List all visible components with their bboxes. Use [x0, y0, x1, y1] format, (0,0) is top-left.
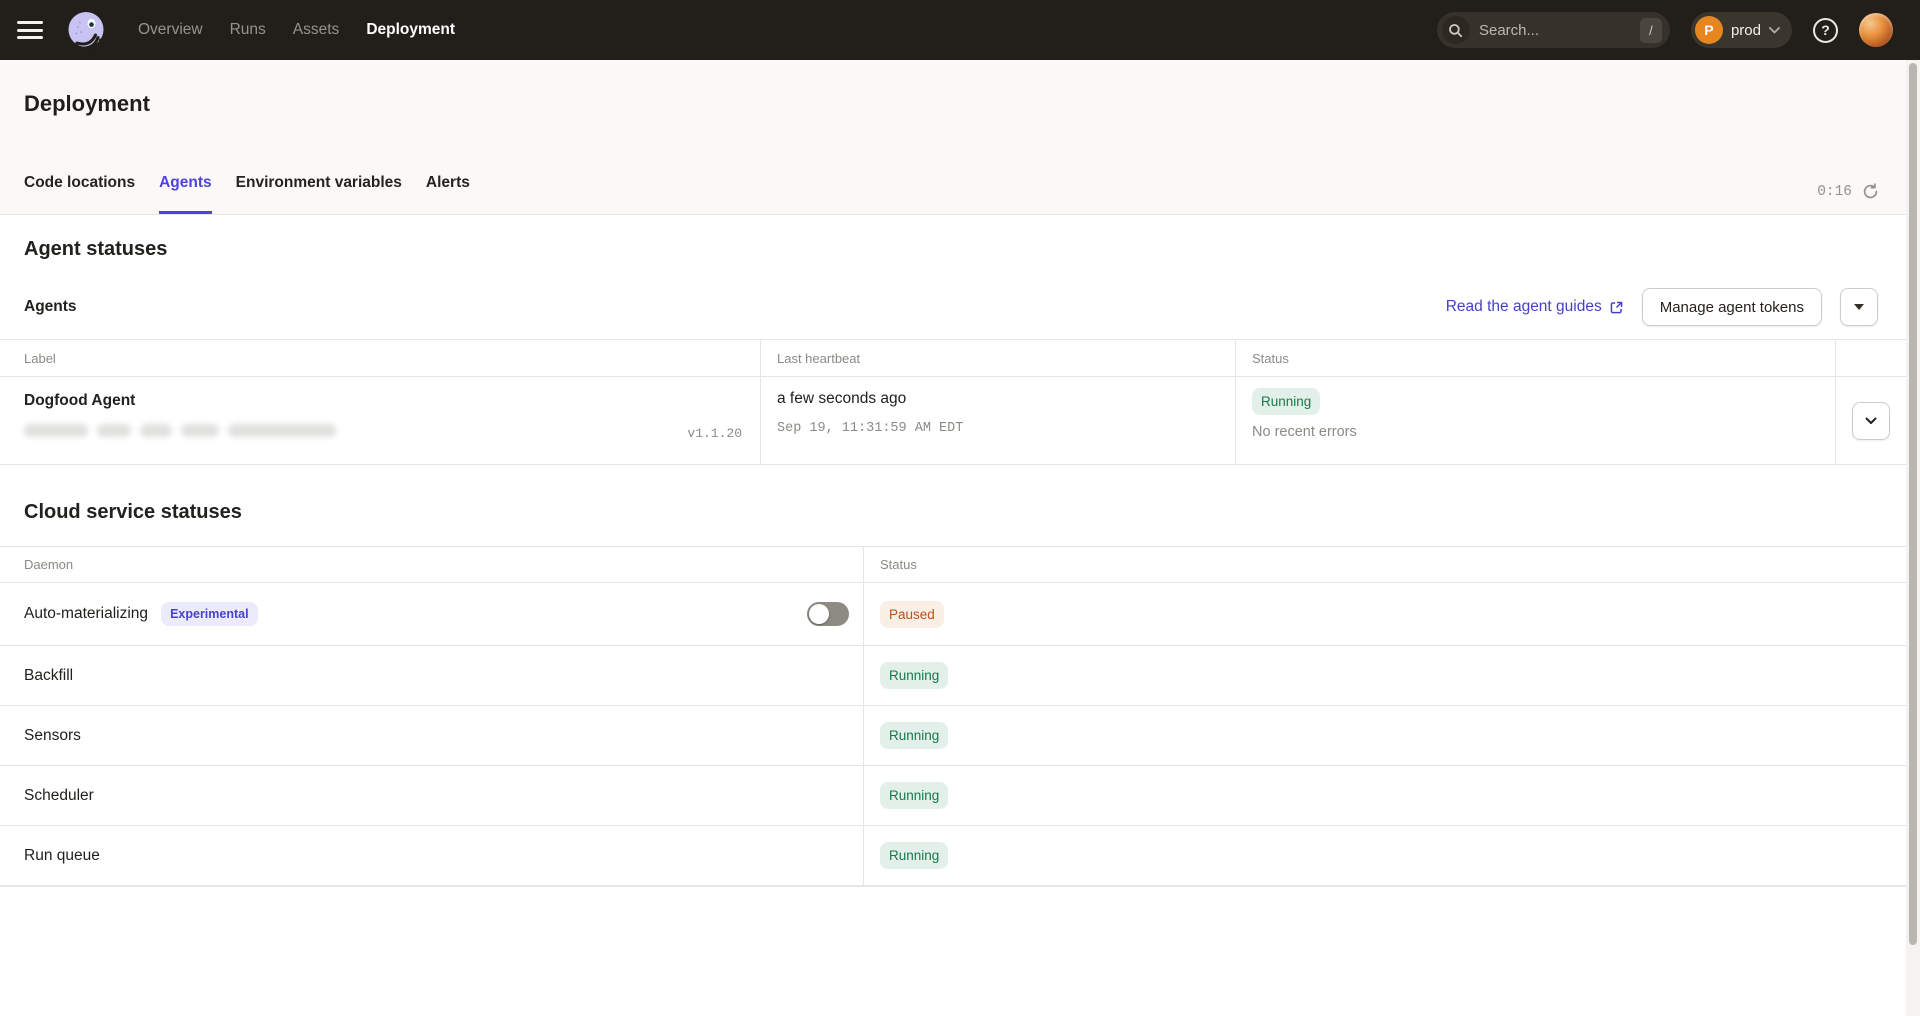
tab-alerts[interactable]: Alerts: [426, 174, 470, 214]
auto-materializing-toggle[interactable]: [807, 602, 849, 626]
agent-expand-button[interactable]: [1852, 402, 1890, 440]
daemon-row-sensors: Sensors Running: [0, 706, 1906, 766]
search-icon: [1442, 16, 1470, 44]
col-label: Label: [0, 340, 760, 377]
col-daemon-status: Status: [863, 547, 1906, 583]
cloud-services-table: Daemon Status Auto-materializing Experim…: [0, 546, 1906, 887]
col-last-heartbeat: Last heartbeat: [760, 340, 1235, 377]
main-content: Agent statuses Agents Read the agent gui…: [0, 238, 1906, 887]
scrollbar-thumb[interactable]: [1909, 63, 1917, 945]
nav-deployment[interactable]: Deployment: [366, 21, 455, 39]
page-header: Deployment Code locations Agents Environ…: [0, 60, 1906, 215]
daemon-name: Scheduler: [24, 787, 94, 805]
daemon-status-badge: Running: [880, 662, 948, 689]
col-daemon: Daemon: [0, 547, 863, 583]
agent-status-cell: Running No recent errors: [1235, 377, 1835, 464]
daemon-row-backfill: Backfill Running: [0, 646, 1906, 706]
agent-row: Dogfood Agent v1.1.20 a few seconds ago …: [0, 377, 1906, 464]
search-placeholder: Search...: [1479, 22, 1640, 39]
agents-more-button[interactable]: [1840, 288, 1878, 326]
page-title: Deployment: [24, 91, 1906, 117]
heartbeat-timestamp: Sep 19, 11:31:59 AM EDT: [777, 421, 1235, 436]
hamburger-icon: [17, 21, 43, 24]
agent-id-redacted: [24, 424, 742, 437]
manage-agent-tokens-button[interactable]: Manage agent tokens: [1642, 288, 1822, 326]
col-status: Status: [1235, 340, 1835, 377]
search-shortcut-badge: /: [1640, 18, 1662, 43]
daemon-name: Backfill: [24, 667, 73, 685]
agent-statuses-heading: Agent statuses: [24, 238, 1906, 261]
refresh-icon[interactable]: [1862, 183, 1879, 200]
agent-status-note: No recent errors: [1252, 424, 1835, 440]
agent-label-cell: Dogfood Agent v1.1.20: [0, 377, 760, 464]
menu-button[interactable]: [17, 21, 43, 39]
refresh-timer: 0:16: [1817, 184, 1852, 200]
cloud-statuses-heading: Cloud service statuses: [24, 501, 1906, 524]
refresh-area: 0:16: [1817, 183, 1879, 200]
daemon-status-badge: Paused: [880, 601, 944, 628]
agents-toolbar: Agents Read the agent guides Manage agen…: [0, 275, 1906, 339]
dagster-logo-icon[interactable]: [65, 9, 107, 51]
daemon-name: Sensors: [24, 727, 81, 745]
search-input[interactable]: Search... /: [1437, 12, 1670, 48]
daemon-status-badge: Running: [880, 842, 948, 869]
caret-down-icon: [1854, 304, 1864, 310]
cloud-table-header: Daemon Status: [0, 547, 1906, 583]
chevron-down-icon: [1769, 27, 1780, 34]
agent-status-badge: Running: [1252, 388, 1320, 415]
nav-right: Search... / P prod ?: [1437, 12, 1893, 48]
nav-assets[interactable]: Assets: [293, 21, 340, 39]
heartbeat-relative: a few seconds ago: [777, 390, 1235, 408]
primary-nav: Overview Runs Assets Deployment: [138, 21, 455, 39]
agents-table: Label Last heartbeat Status Dogfood Agen…: [0, 339, 1906, 465]
tab-code-locations[interactable]: Code locations: [24, 174, 135, 214]
deployment-switcher-label: prod: [1731, 22, 1761, 39]
nav-runs[interactable]: Runs: [230, 21, 266, 39]
toggle-knob: [809, 604, 829, 624]
agent-guides-link[interactable]: Read the agent guides: [1446, 298, 1624, 316]
daemon-status-badge: Running: [880, 722, 948, 749]
tab-bar: Code locations Agents Environment variab…: [24, 174, 470, 214]
daemon-row-run-queue: Run queue Running: [0, 826, 1906, 886]
agent-name: Dogfood Agent: [24, 392, 742, 410]
daemon-name: Auto-materializing: [24, 605, 148, 623]
col-actions: [1835, 340, 1906, 377]
deployment-initial-avatar: P: [1695, 16, 1723, 44]
agents-subheading: Agents: [24, 298, 77, 316]
agent-version: v1.1.20: [687, 426, 742, 441]
daemon-name: Run queue: [24, 847, 100, 865]
deployment-switcher[interactable]: P prod: [1691, 12, 1792, 48]
chevron-down-icon: [1865, 417, 1877, 425]
daemon-status-badge: Running: [880, 782, 948, 809]
daemon-row-scheduler: Scheduler Running: [0, 766, 1906, 826]
user-avatar[interactable]: [1859, 13, 1893, 47]
external-link-icon: [1609, 300, 1624, 315]
nav-overview[interactable]: Overview: [138, 21, 203, 39]
experimental-badge: Experimental: [161, 602, 258, 626]
help-icon[interactable]: ?: [1813, 18, 1838, 43]
agents-table-header: Label Last heartbeat Status: [0, 340, 1906, 377]
agent-heartbeat-cell: a few seconds ago Sep 19, 11:31:59 AM ED…: [760, 377, 1235, 464]
daemon-row-auto-materializing: Auto-materializing Experimental Paused: [0, 583, 1906, 646]
top-nav: Overview Runs Assets Deployment Search..…: [0, 0, 1920, 60]
tab-agents[interactable]: Agents: [159, 174, 212, 214]
tab-environment-variables[interactable]: Environment variables: [236, 174, 402, 214]
agent-actions-cell: [1835, 377, 1906, 464]
agent-guides-link-label: Read the agent guides: [1446, 298, 1602, 316]
page-scrollbar[interactable]: [1906, 60, 1920, 1016]
